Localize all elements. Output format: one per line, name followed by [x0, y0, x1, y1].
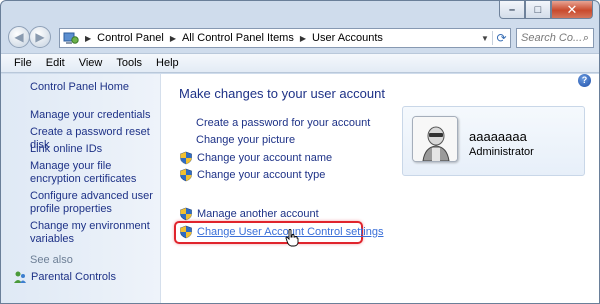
forward-button[interactable]: ▶: [29, 26, 51, 48]
refresh-icon[interactable]: ⟳: [492, 31, 510, 45]
change-account-name-link[interactable]: Change your account name: [179, 151, 332, 165]
environment-variables-link[interactable]: Change my environment variables: [30, 220, 155, 246]
menu-view[interactable]: View: [72, 57, 110, 69]
task-label: Change your picture: [196, 134, 296, 146]
uac-shield-icon: [180, 168, 192, 182]
chevron-right-icon[interactable]: ▶: [170, 34, 176, 43]
uac-shield-icon: [180, 225, 192, 239]
control-panel-home-link[interactable]: Control Panel Home: [30, 81, 129, 93]
parental-controls-link[interactable]: Parental Controls: [13, 270, 116, 284]
address-bar[interactable]: ▶ Control Panel ▶ All Control Panel Item…: [59, 28, 511, 48]
create-password-link[interactable]: Create a password for your account: [196, 117, 370, 129]
arrow-left-icon: ◀: [14, 30, 24, 44]
menu-help[interactable]: Help: [149, 57, 186, 69]
chevron-right-icon[interactable]: ▶: [300, 34, 306, 43]
account-role: Administrator: [469, 146, 534, 158]
account-name: aaaaaaaa: [469, 129, 527, 144]
avatar[interactable]: [412, 116, 458, 162]
help-icon[interactable]: ?: [578, 74, 591, 87]
search-icon[interactable]: ⌕: [583, 32, 589, 45]
change-picture-link[interactable]: Change your picture: [196, 134, 295, 146]
uac-shield-icon: [180, 207, 192, 221]
breadcrumb-all-items[interactable]: All Control Panel Items: [182, 32, 294, 44]
page-title: Make changes to your user account: [179, 86, 385, 101]
account-card: aaaaaaaa Administrator: [402, 106, 585, 176]
manage-another-account-link[interactable]: Manage another account: [179, 207, 319, 221]
advanced-profile-link[interactable]: Configure advanced user profile properti…: [30, 190, 155, 216]
task-label: Manage another account: [197, 208, 319, 220]
breadcrumb: ▶ Control Panel ▶ All Control Panel Item…: [82, 32, 383, 44]
chevron-right-icon: ▶: [85, 33, 92, 43]
back-button[interactable]: ◀: [8, 26, 30, 48]
caption-buttons: – □ ✕: [499, 1, 593, 20]
task-label: Change your account type: [197, 169, 326, 181]
link-online-ids-link[interactable]: Link online IDs: [30, 143, 155, 156]
task-label: Create a password for your account: [196, 117, 371, 129]
manage-credentials-link[interactable]: Manage your credentials: [30, 109, 155, 122]
left-pane: Control Panel Home Manage your credentia…: [1, 74, 161, 303]
menu-file[interactable]: File: [7, 57, 39, 69]
uac-shield-icon: [180, 151, 192, 165]
task-label: Change your account name: [197, 152, 333, 164]
close-button[interactable]: ✕: [551, 1, 593, 19]
minimize-button[interactable]: –: [499, 1, 525, 19]
parental-controls-icon: [14, 271, 26, 283]
menu-edit[interactable]: Edit: [39, 57, 72, 69]
change-account-type-link[interactable]: Change your account type: [179, 168, 325, 182]
address-dropdown-icon[interactable]: ▼: [478, 34, 492, 43]
main-pane: ? Make changes to your user account Crea…: [162, 74, 599, 303]
see-also-heading: See also: [30, 254, 73, 266]
arrow-right-icon: ▶: [35, 30, 45, 44]
search-placeholder: Search Co...: [521, 32, 583, 44]
breadcrumb-user-accounts[interactable]: User Accounts: [312, 32, 383, 44]
navigation-bar: ◀ ▶ ▶ Control Panel ▶ All Control Panel …: [1, 23, 599, 53]
parental-controls-label: Parental Controls: [31, 271, 116, 283]
content-area: Control Panel Home Manage your credentia…: [1, 74, 599, 303]
maximize-button[interactable]: □: [525, 1, 551, 19]
hand-cursor-icon: [285, 229, 299, 247]
control-panel-icon: [63, 32, 79, 44]
search-input[interactable]: Search Co... ⌕: [516, 28, 594, 48]
uac-settings-link[interactable]: Change User Account Control settings: [179, 225, 384, 239]
menu-tools[interactable]: Tools: [109, 57, 149, 69]
user-accounts-window: – □ ✕ ◀ ▶ ▶ Control Panel ▶ All Control …: [0, 0, 600, 304]
menu-bar: File Edit View Tools Help: [1, 53, 599, 73]
file-encryption-link[interactable]: Manage your file encryption certificates: [30, 160, 155, 186]
breadcrumb-control-panel[interactable]: Control Panel: [97, 32, 164, 44]
user-picture-icon: [413, 117, 457, 161]
